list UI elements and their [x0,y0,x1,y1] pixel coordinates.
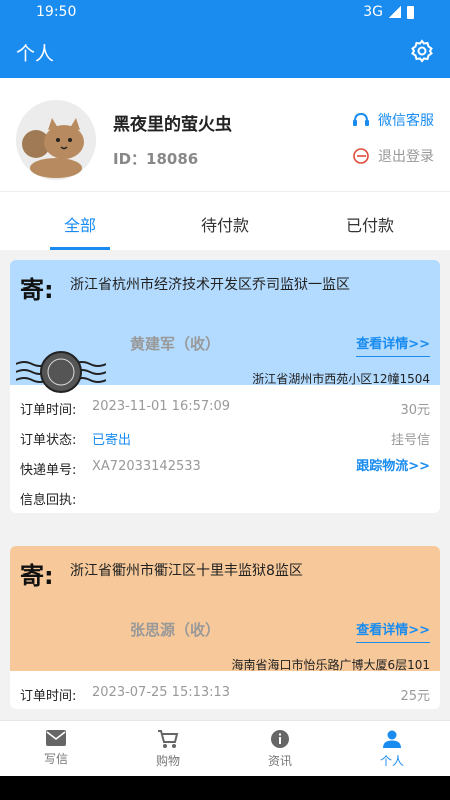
send-mark: 寄: [20,276,54,304]
status-bar: 19:50 3G [0,0,450,24]
mail-type: 挂号信 [390,433,430,448]
tab-unpaid[interactable]: 待付款 [201,212,249,236]
order-card[interactable]: 寄: 浙江省杭州市经济技术开发区乔司监狱一监区 黄建军（收） 查看详情>> 浙江… [10,260,440,513]
order-time-label: 订单时间: [20,403,77,418]
order-price: 30元 [400,403,430,418]
view-detail-link[interactable]: 查看详情>> [356,333,430,357]
order-status-label: 订单状态: [20,433,77,448]
tracking-label: 快递单号: [20,463,77,478]
avatar[interactable] [16,100,96,180]
order-info: 订单时间: 2023-11-01 16:57:09 30元 订单状态: 已寄出 … [10,385,440,513]
order-time-row: 订单时间: 2023-07-25 15:13:13 25元 [20,679,430,709]
status-icons: 3G [363,4,414,20]
nav-write-letter[interactable]: 写信 [0,729,112,767]
user-id: ID：18086 [113,148,198,169]
order-price: 25元 [400,689,430,704]
nav-label: 写信 [43,752,68,766]
status-time: 19:50 [36,4,77,20]
logout-icon [353,148,369,164]
order-time-row: 订单时间: 2023-11-01 16:57:09 30元 [20,393,430,423]
order-card[interactable]: 寄: 浙江省衢州市衢江区十里丰监狱8监区 张思源（收） 查看详情>> 海南省海口… [10,546,440,709]
nav-label: 购物 [155,754,180,768]
cart-icon [158,730,179,748]
tab-all[interactable]: 全部 [64,212,96,236]
track-logistics-link[interactable]: 跟踪物流>> [356,455,430,474]
app-bar: 个人 [0,24,450,78]
order-time-value: 2023-07-25 15:13:13 [92,685,231,700]
headset-icon [353,112,369,126]
logout-button[interactable]: 退出登录 [352,146,434,166]
recipient-name: 黄建军（收） [130,335,221,353]
tracking-number: XA72033142533 [92,459,201,474]
order-tabs: 全部 待付款 已付款 [0,192,450,250]
order-time-label: 订单时间: [20,689,77,704]
bottom-navigation: 写信 购物 资讯 个人 [0,720,450,776]
battery-icon [407,5,414,19]
network-label: 3G [363,4,383,20]
order-info: 订单时间: 2023-07-25 15:13:13 25元 [10,671,440,709]
receipt-label: 信息回执: [20,493,77,508]
recipient-name: 张思源（收） [130,621,221,639]
order-time-value: 2023-11-01 16:57:09 [92,399,231,414]
send-mark: 寄: [20,562,54,590]
order-status-value: 已寄出 [92,433,132,448]
user-id-value: 18086 [146,150,199,168]
nickname: 黑夜里的萤火虫 [113,115,232,135]
sender-address: 浙江省衢州市衢江区十里丰监狱8监区 [70,563,303,579]
person-icon [383,730,401,748]
system-navigation-bar [0,776,450,800]
wechat-service-button[interactable]: 微信客服 [352,110,434,130]
mail-icon [46,730,66,746]
profile-section: 黑夜里的萤火虫 ID：18086 微信客服 退出登录 [0,78,450,192]
nav-shopping[interactable]: 购物 [112,729,224,769]
page-title: 个人 [16,43,55,65]
nav-label: 个人 [379,754,404,768]
order-status-row: 订单状态: 已寄出 挂号信 [20,423,430,453]
wechat-service-label: 微信客服 [378,113,434,129]
order-list[interactable]: 寄: 浙江省杭州市经济技术开发区乔司监狱一监区 黄建军（收） 查看详情>> 浙江… [0,250,450,720]
nav-label: 资讯 [267,754,292,768]
nav-news[interactable]: 资讯 [224,729,336,769]
logout-label: 退出登录 [378,149,434,165]
info-icon [271,730,289,748]
nav-personal[interactable]: 个人 [336,729,448,769]
user-id-label: ID： [113,150,147,168]
sender-address: 浙江省杭州市经济技术开发区乔司监狱一监区 [70,277,350,293]
order-card-header: 寄: 浙江省衢州市衢江区十里丰监狱8监区 张思源（收） 查看详情>> 海南省海口… [10,546,440,672]
order-card-header: 寄: 浙江省杭州市经济技术开发区乔司监狱一监区 黄建军（收） 查看详情>> 浙江… [10,260,440,393]
cat-avatar-icon [16,100,96,180]
signal-icon [389,6,401,18]
view-detail-link[interactable]: 查看详情>> [356,619,430,643]
tracking-row: 快递单号: XA72033142533 跟踪物流>> [20,453,430,483]
receipt-row: 信息回执: [20,483,430,513]
tab-paid[interactable]: 已付款 [346,212,394,236]
settings-gear-icon[interactable] [410,39,434,63]
